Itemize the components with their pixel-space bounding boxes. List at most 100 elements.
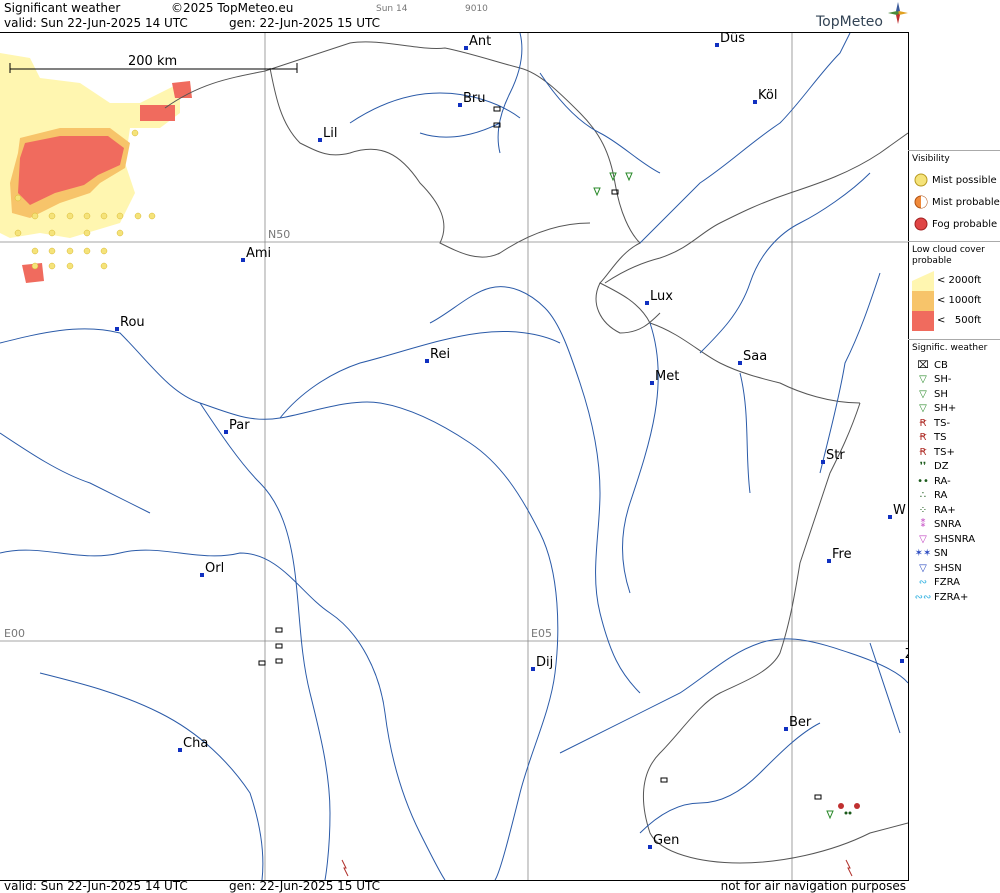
rain-symbols [838,803,860,809]
city-marker-icon [200,573,204,577]
legend-weather: Signific. weather ⌧ CB ▽ SH- ▽ SH ▽ SH+ Ꞧ TS- Ꞧ TS Ꞧ… [908,339,1000,607]
city-w[interactable]: W [888,503,906,519]
city-markers: Ant Düs Bru Köl Lil Ami Lux Rou Rei Saa Met Par Str W… [115,33,908,849]
city-marker-icon [458,103,462,107]
city-label: W [893,503,906,518]
city-lux[interactable]: Lux [645,289,673,305]
weather-symbol-icon: Ꞧ [919,417,927,429]
footer: valid: Sun 22-Jun-2025 14 UTC gen: 22-Ju… [0,879,908,893]
city-bru[interactable]: Bru [458,91,486,107]
city-label: Z [905,647,908,662]
legend-weather-fzra-minusplus: ∾∾ FZRA+ [912,590,1000,605]
scale-label: 200 km [128,54,177,69]
city-lil[interactable]: Lil [318,126,337,142]
legend-label: SH [934,388,948,400]
legend-visibility: Visibility Mist possible Mist probable F… [908,150,1000,237]
legend-weather-sh-minus: ▽ SH- [912,373,1000,388]
drizzle-symbols [844,811,852,815]
legend-label: SH- [934,374,952,386]
legend-label: RA [934,490,948,502]
weather-symbol-icon: ∾∾ [914,591,932,603]
weather-symbol-icon: ❜❜ [919,461,927,473]
city-label: Saa [743,349,767,364]
legend-weather-sh: ▽ SH [912,387,1000,402]
legend-visibility-title: Visibility [912,154,950,164]
code-label: 9010 [465,4,488,14]
legend-weather-shsn: ▽ SHSN [912,561,1000,576]
city-ami[interactable]: Ami [241,246,271,262]
city-label: Ami [246,246,271,261]
city-gen[interactable]: Gen [648,833,679,849]
city-rei[interactable]: Rei [425,347,450,363]
city-ant[interactable]: Ant [464,34,491,50]
city-fre[interactable]: Fre [827,547,852,563]
fog-probable-icon [914,217,928,231]
city-label: Orl [205,561,224,576]
city-label: Düs [720,33,745,46]
city-z[interactable]: Z [900,647,908,663]
weather-symbol-icon: •• [917,475,929,487]
city-cha[interactable]: Cha [178,736,208,752]
city-label: Bru [463,91,486,106]
mist-possible-icon [914,173,928,187]
weather-symbol-icon: Ꞧ [919,432,927,444]
city-par[interactable]: Par [224,418,250,434]
city-marker-icon [715,43,719,47]
legend-label: SHSNRA [934,533,976,545]
footer-generation-time: gen: 22-Jun-2025 15 UTC [229,879,381,893]
weather-symbol-icon: ∴ [919,490,927,502]
city-label: Rei [430,347,450,362]
legend-weather-ra-minusplus: ⁘ RA+ [912,503,1000,518]
legend-label: TS- [934,417,951,429]
weather-symbol-icon: ▽ [919,533,927,545]
rivers [0,33,908,880]
city-label: Lil [323,126,337,141]
legend-low-cloud: Low cloud cover probable < 2000ft < 1000… [908,241,1000,333]
city-ber[interactable]: Ber [784,715,812,731]
mist-probable-icon [914,195,928,209]
legend-label: < 1000ft [937,295,982,306]
weather-map[interactable]: 200 km N50 E00 E05 Ant Düs Bru Köl Lil Ami Lux… [0,32,909,881]
city-dij[interactable]: Dij [531,655,553,671]
weather-symbol-icon: ⁑ [920,519,926,531]
city-rou[interactable]: Rou [115,315,145,331]
legend-weather-ra-minus: •• RA- [912,474,1000,489]
legend-panel: Visibility Mist possible Mist probable F… [908,150,1000,607]
legend-label: RA- [934,475,951,487]
weather-symbol-icon: ⌧ [917,359,929,371]
city-met[interactable]: Met [650,369,679,385]
city-orl[interactable]: Orl [200,561,224,577]
legend-fog-probable: Fog probable [912,213,1000,235]
city-marker-icon [115,327,119,331]
legend-weather-fzra: ∾ FZRA [912,576,1000,591]
legend-weather-sn: ✶✶ SN [912,547,1000,562]
legend-label: Mist probable [932,196,1000,208]
city-marker-icon [178,748,182,752]
city-label: Rou [120,315,145,330]
city-köl[interactable]: Köl [753,88,777,104]
legend-label: FZRA+ [934,591,969,603]
legend-mist-possible: Mist possible [912,169,1000,191]
logo-text: TopMeteo [816,14,883,30]
city-saa[interactable]: Saa [738,349,767,365]
weather-symbol-icon: Ꞧ [919,446,927,458]
city-label: Met [655,369,679,384]
weather-symbol-icon: ▽ [919,562,927,574]
city-marker-icon [650,381,654,385]
low-cloud-areas [0,53,192,283]
city-label: Dij [536,655,553,670]
city-düs[interactable]: Düs [715,33,745,47]
weather-symbol-icon: ⁘ [918,504,928,516]
weather-symbol-icon: ✶✶ [914,548,932,560]
legend-label: TS [934,432,947,444]
legend-weather-ts: Ꞧ TS [912,431,1000,446]
low-cloud-gradient-icon [912,271,934,331]
legend-weather-snra: ⁑ SNRA [912,518,1000,533]
footer-valid-time: valid: Sun 22-Jun-2025 14 UTC [4,879,188,893]
city-label: Ant [469,34,491,49]
generation-time: gen: 22-Jun-2025 15 UTC [229,16,381,30]
legend-weather-dz: ❜❜ DZ [912,460,1000,475]
legend-label: < 2000ft [937,275,982,286]
legend-low-cloud-scale: < 2000ft < 1000ft < 500ft [912,271,1000,331]
city-marker-icon [888,515,892,519]
